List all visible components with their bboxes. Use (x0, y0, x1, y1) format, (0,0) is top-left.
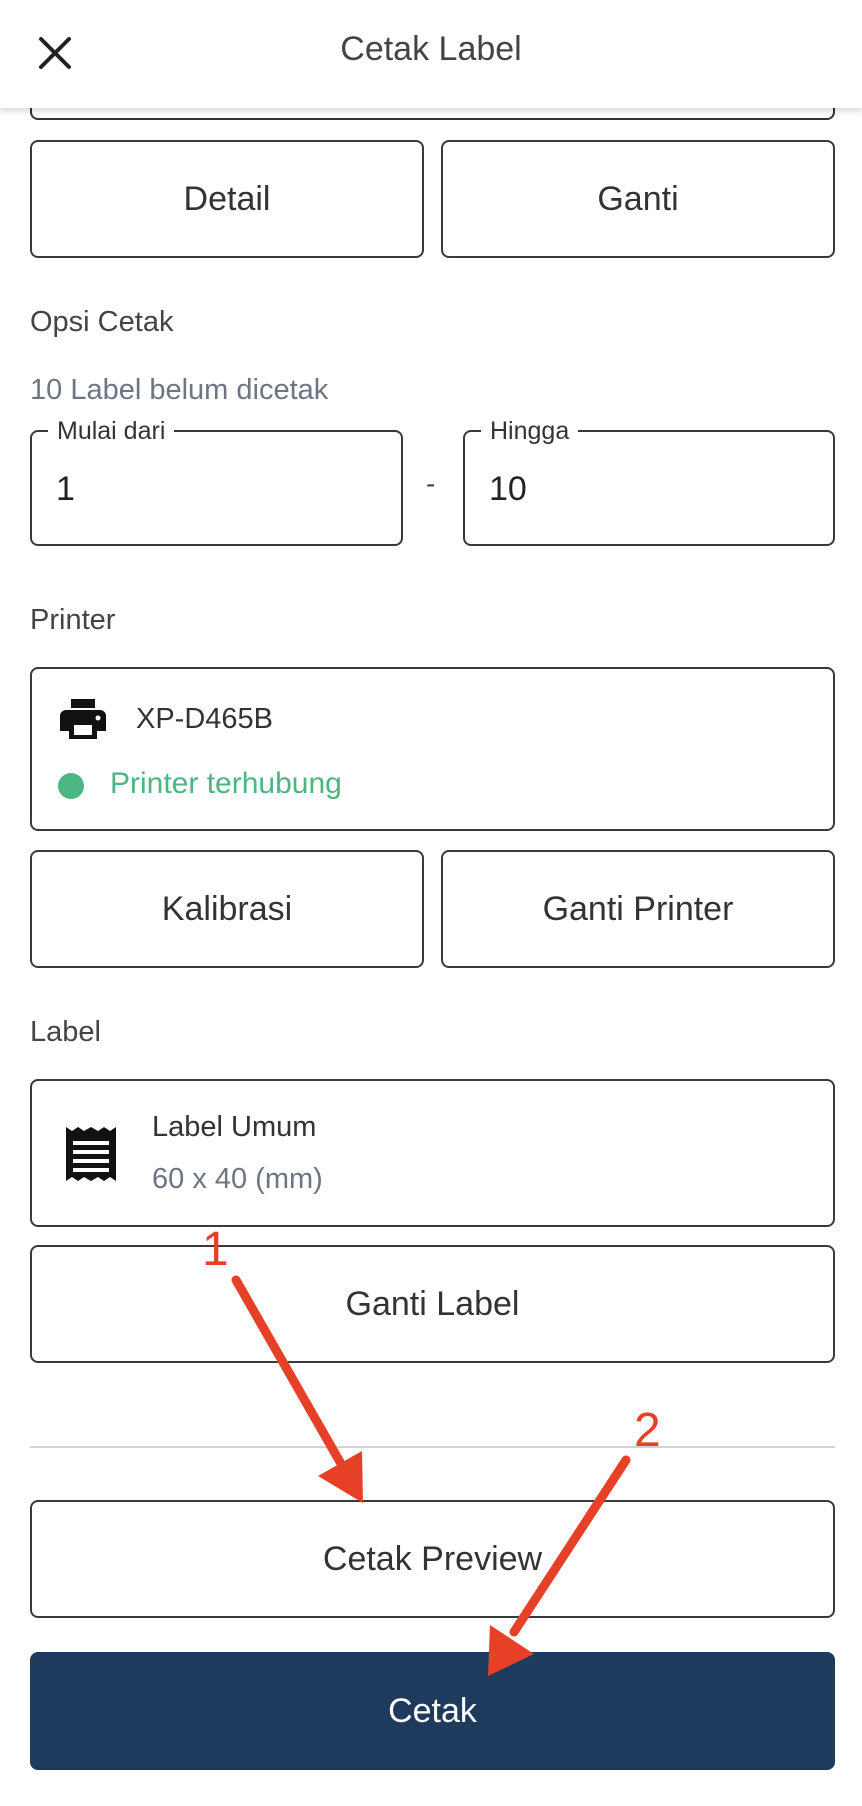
receipt-icon (66, 1127, 116, 1181)
detail-button[interactable]: Detail (30, 140, 424, 258)
divider (30, 1446, 835, 1448)
print-options-title: Opsi Cetak (30, 306, 174, 338)
app-bar: Cetak Label (0, 0, 862, 108)
start-field[interactable]: Mulai dari 1 (30, 417, 403, 546)
change-printer-button[interactable]: Ganti Printer (441, 850, 835, 968)
start-field-label: Mulai dari (48, 417, 175, 445)
label-name: Label Umum (152, 1111, 317, 1143)
printer-section-title: Printer (30, 604, 116, 636)
start-field-value: 1 (56, 470, 75, 508)
label-card[interactable]: Label Umum 60 x 40 (mm) (30, 1079, 835, 1227)
annotation-number-2: 2 (634, 1404, 661, 1457)
range-separator: - (426, 468, 436, 499)
label-section-title: Label (30, 1016, 101, 1048)
change-label-button[interactable]: Ganti Label (30, 1245, 835, 1363)
printer-card[interactable]: XP-D465B Printer terhubung (30, 667, 835, 831)
end-field-label: Hingga (481, 417, 579, 445)
print-button[interactable]: Cetak (30, 1652, 835, 1770)
annotation-number-1: 1 (202, 1223, 229, 1276)
end-field-value: 10 (489, 470, 527, 508)
print-preview-button[interactable]: Cetak Preview (30, 1500, 835, 1618)
end-field[interactable]: Hingga 10 (463, 417, 835, 546)
printer-name: XP-D465B (136, 703, 274, 735)
printer-status: Printer terhubung (110, 767, 342, 800)
printer-icon (60, 699, 106, 739)
unprinted-info: 10 Label belum dicetak (30, 374, 329, 406)
label-size: 60 x 40 (mm) (152, 1163, 323, 1195)
page-title: Cetak Label (340, 30, 522, 68)
ganti-button[interactable]: Ganti (441, 140, 835, 258)
status-dot (58, 773, 84, 799)
calibrate-button[interactable]: Kalibrasi (30, 850, 424, 968)
